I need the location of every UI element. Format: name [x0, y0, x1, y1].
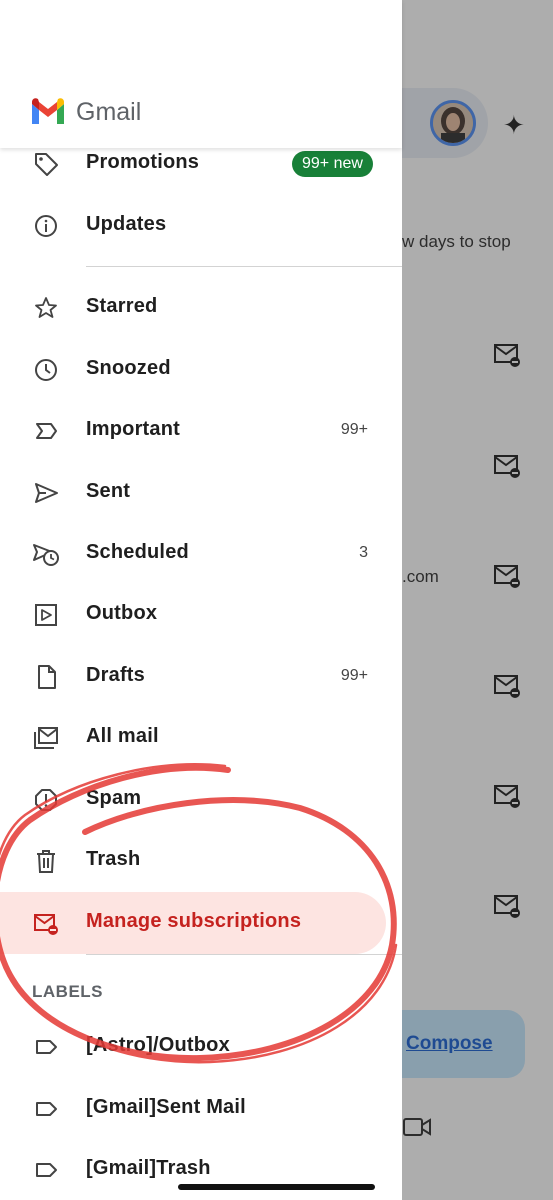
- label-name: [Gmail]Sent Mail: [86, 1096, 246, 1118]
- label-icon: [36, 1163, 57, 1177]
- scheduled-icon: [33, 544, 59, 566]
- labels-section-heading: LABELS: [32, 982, 103, 1001]
- tag-icon: [35, 153, 58, 176]
- drawer-item-all-mail[interactable]: All mail: [0, 709, 402, 767]
- drawer-item-snoozed[interactable]: Snoozed: [0, 341, 402, 399]
- drawer-item-starred[interactable]: Starred: [0, 279, 402, 337]
- drafts-count: 99+: [340, 667, 368, 684]
- important-icon: [36, 423, 57, 439]
- drawer-header: Gmail: [0, 0, 402, 148]
- app-name: Gmail: [76, 98, 142, 126]
- drawer-item-drafts[interactable]: Drafts 99+: [0, 648, 402, 706]
- drawer-item-label: Promotions: [86, 151, 200, 173]
- drawer-item-sent[interactable]: Sent: [0, 464, 402, 522]
- drawer-item-label: Snoozed: [86, 357, 171, 379]
- info-icon: [35, 215, 57, 237]
- drawer-item-scheduled[interactable]: Scheduled 3: [0, 525, 402, 583]
- trash-icon: [37, 850, 55, 873]
- drawer-item-label: Sent: [86, 480, 131, 502]
- gmail-logo-icon: [32, 98, 64, 124]
- drawer-item-manage-subscriptions[interactable]: Manage subscriptions: [0, 894, 402, 952]
- divider: [86, 954, 402, 955]
- draft-icon: [38, 665, 56, 689]
- divider: [86, 266, 402, 267]
- label-name: [Astro]/Outbox: [86, 1034, 230, 1056]
- home-indicator: [178, 1184, 375, 1190]
- drawer-item-important[interactable]: Important 99+: [0, 402, 402, 460]
- drawer-item-updates[interactable]: Updates: [0, 197, 402, 255]
- drawer-item-outbox[interactable]: Outbox: [0, 586, 402, 644]
- label-item[interactable]: [Astro]/Outbox: [0, 1018, 402, 1076]
- drawer-item-spam[interactable]: Spam: [0, 771, 402, 829]
- label-name: [Gmail]Trash: [86, 1157, 211, 1179]
- drawer-item-label: Updates: [86, 213, 167, 235]
- label-item[interactable]: [Gmail]Sent Mail: [0, 1080, 402, 1138]
- all-mail-icon: [34, 727, 58, 749]
- drawer-item-label: Spam: [86, 787, 142, 809]
- new-count-badge: 99+ new: [292, 151, 373, 177]
- manage-subscriptions-icon: [34, 914, 58, 935]
- drawer-item-label: Manage subscriptions: [86, 910, 302, 932]
- spam-icon: [35, 789, 57, 811]
- drawer-item-label: Scheduled: [86, 541, 189, 563]
- unread-count: 99+: [340, 421, 368, 438]
- drawer-item-label: Outbox: [86, 602, 158, 624]
- label-item[interactable]: [Gmail]Trash: [0, 1141, 402, 1199]
- drawer-item-label: All mail: [86, 725, 159, 747]
- send-icon: [35, 483, 58, 503]
- navigation-drawer: Gmail Promotions 99+ new Updates Starred…: [0, 0, 402, 1200]
- drawer-item-trash[interactable]: Trash: [0, 832, 402, 890]
- scheduled-count: 3: [359, 544, 368, 561]
- clock-icon: [35, 359, 57, 381]
- label-icon: [36, 1102, 57, 1116]
- drawer-item-label: Starred: [86, 295, 158, 317]
- drawer-item-label: Drafts: [86, 664, 145, 686]
- drawer-item-label: Important: [86, 418, 181, 440]
- star-icon: [35, 297, 57, 318]
- outbox-icon: [35, 604, 57, 626]
- label-icon: [36, 1040, 57, 1054]
- drawer-item-label: Trash: [86, 848, 141, 870]
